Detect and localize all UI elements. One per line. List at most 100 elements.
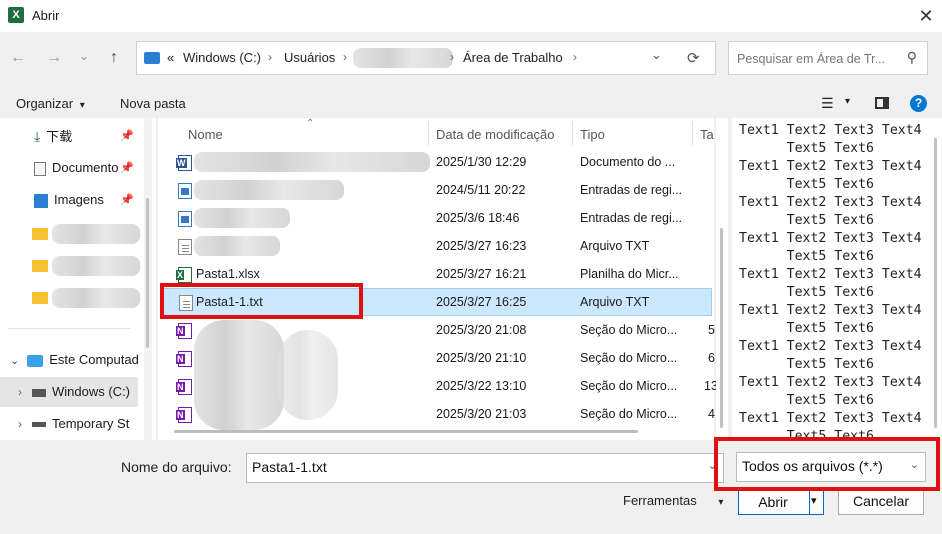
preview-pane-icon[interactable]: [875, 97, 889, 109]
drive-icon: [32, 388, 46, 397]
refresh-icon[interactable]: ⟳: [687, 49, 700, 67]
onenote-file-icon: [176, 379, 192, 395]
chevron-down-icon[interactable]: ⌄: [910, 458, 919, 471]
preview-scroll-thumb[interactable]: [934, 138, 937, 428]
file-date: 2025/3/20 21:03: [436, 407, 527, 421]
sidebar-divider: [8, 328, 130, 329]
sidebar-item-label: 下载: [46, 129, 73, 144]
drive-icon: [144, 52, 160, 64]
filetype-dropdown[interactable]: Todos os arquivos (*.*) ⌄: [736, 452, 926, 482]
file-type: Documento do ...: [580, 155, 676, 169]
address-overflow[interactable]: «: [167, 50, 174, 65]
address-dropdown-icon[interactable]: ⌄: [651, 47, 662, 63]
registry-file-icon: [178, 211, 192, 227]
address-bar[interactable]: « Windows (C:) › Usuários › › Área de Tr…: [136, 41, 716, 75]
text-file-icon: [178, 239, 192, 255]
excel-file-icon: [176, 267, 192, 283]
file-row-selected[interactable]: Pasta1-1.txt 2025/3/27 16:25 Arquivo TXT: [162, 288, 712, 316]
sidebar-item-label: Este Computad: [49, 352, 139, 367]
horizontal-scroll-thumb[interactable]: [174, 430, 638, 433]
redacted-file-names: [194, 320, 284, 430]
sidebar-item-temporary[interactable]: › Temporary St: [0, 409, 150, 439]
open-caret-icon[interactable]: ▾: [811, 490, 817, 512]
help-icon[interactable]: ?: [910, 95, 927, 112]
redacted-folder-name: [52, 288, 140, 308]
breadcrumb-separator[interactable]: ›: [268, 50, 272, 64]
onenote-file-icon: [176, 351, 192, 367]
scroll-thumb[interactable]: [720, 228, 723, 428]
window-title: Abrir: [32, 8, 60, 23]
forward-arrow-icon[interactable]: →: [40, 44, 68, 72]
recent-locations-chevron-icon[interactable]: ⌄: [70, 42, 98, 70]
tools-label: Ferramentas: [623, 493, 697, 508]
file-type: Seção do Micro...: [580, 407, 678, 421]
file-date: 2025/3/27 16:25: [436, 295, 527, 309]
breadcrumb-separator[interactable]: ›: [573, 50, 577, 64]
sidebar-item-images[interactable]: Imagens 📌: [0, 185, 150, 215]
column-header-date[interactable]: Data de modificação: [436, 122, 555, 148]
filename-field[interactable]: Pasta1-1.txt ⌄: [246, 453, 724, 483]
file-type: Arquivo TXT: [580, 295, 650, 309]
file-list-scrollbar[interactable]: [716, 118, 728, 440]
filename-value[interactable]: Pasta1-1.txt: [252, 459, 327, 475]
sidebar-item-downloads[interactable]: ⤓ 下载 📌: [0, 121, 150, 151]
close-icon[interactable]: ✕: [910, 2, 942, 30]
sidebar-item-documents[interactable]: Documento 📌: [0, 153, 150, 183]
scroll-thumb[interactable]: [146, 198, 149, 348]
organize-caret-icon: ▾: [79, 100, 85, 111]
text-file-icon: [179, 295, 193, 311]
drive-icon: [32, 422, 46, 428]
search-box[interactable]: ⚲: [728, 41, 928, 75]
redacted-folder-name: [52, 224, 140, 244]
filename-dropdown-icon[interactable]: ⌄: [708, 459, 717, 472]
sidebar-item-windows-c[interactable]: › Windows (C:): [0, 377, 138, 407]
preview-pane: Text1 Text2 Text3 Text4 Text5 Text6 Text…: [732, 118, 942, 440]
file-type: Entradas de regi...: [580, 183, 683, 197]
breadcrumb-separator[interactable]: ›: [450, 50, 454, 64]
column-divider[interactable]: [692, 122, 693, 146]
redacted-username: [353, 48, 453, 68]
pin-icon[interactable]: 📌: [120, 185, 134, 215]
filetype-value[interactable]: Todos os arquivos (*.*): [742, 458, 883, 474]
sidebar-item-this-pc[interactable]: ⌄ Este Computad: [0, 345, 150, 375]
file-type: Seção do Micro...: [580, 351, 678, 365]
word-document-icon: [176, 155, 192, 171]
file-name: Pasta1-1.txt: [196, 295, 263, 309]
sidebar-item-label: Imagens: [54, 192, 104, 207]
cancel-button[interactable]: Cancelar: [838, 489, 924, 515]
new-folder-button[interactable]: Nova pasta: [120, 96, 186, 111]
computer-icon: [27, 354, 44, 367]
tools-button[interactable]: Ferramentas ▾: [623, 493, 723, 508]
column-header-size[interactable]: Ta: [700, 122, 714, 148]
up-arrow-icon[interactable]: ↑: [100, 44, 128, 72]
onenote-file-icon: [176, 323, 192, 339]
pin-icon[interactable]: 📌: [120, 153, 134, 183]
column-divider[interactable]: [572, 122, 573, 146]
breadcrumb-windows-c[interactable]: Windows (C:): [183, 50, 261, 65]
expand-chevron-icon[interactable]: ›: [18, 417, 22, 431]
file-date: 2025/3/20 21:10: [436, 351, 527, 365]
filename-label: Nome do arquivo:: [121, 459, 232, 475]
file-row[interactable]: Pasta1.xlsx 2025/3/27 16:21 Planilha do …: [162, 260, 712, 288]
file-date: 2024/5/11 20:22: [436, 183, 526, 197]
breadcrumb-separator[interactable]: ›: [343, 50, 347, 64]
breadcrumb-usuarios[interactable]: Usuários: [284, 50, 335, 65]
organize-button[interactable]: Organizar ▾: [16, 96, 85, 111]
back-arrow-icon[interactable]: ←: [4, 44, 32, 72]
search-input[interactable]: [737, 49, 902, 69]
open-button[interactable]: Abrir ▾: [738, 489, 824, 515]
search-icon[interactable]: ⚲: [907, 49, 917, 66]
breadcrumb-area-de-trabalho[interactable]: Área de Trabalho: [463, 50, 563, 65]
column-header-name[interactable]: Nome: [188, 122, 223, 148]
file-date: 2025/3/27 16:23: [436, 239, 527, 253]
column-divider[interactable]: [428, 122, 429, 146]
column-header-type[interactable]: Tipo: [580, 122, 605, 148]
file-date: 2025/3/20 21:08: [436, 323, 527, 337]
collapse-chevron-icon[interactable]: ⌄: [10, 355, 19, 367]
view-caret-icon[interactable]: ▾: [845, 96, 850, 107]
view-menu-icon[interactable]: ☰: [821, 95, 834, 112]
sidebar-scrollbar[interactable]: [144, 118, 152, 440]
file-size: 6: [708, 351, 715, 365]
pin-icon[interactable]: 📌: [120, 121, 134, 151]
expand-chevron-icon[interactable]: ›: [18, 385, 22, 399]
